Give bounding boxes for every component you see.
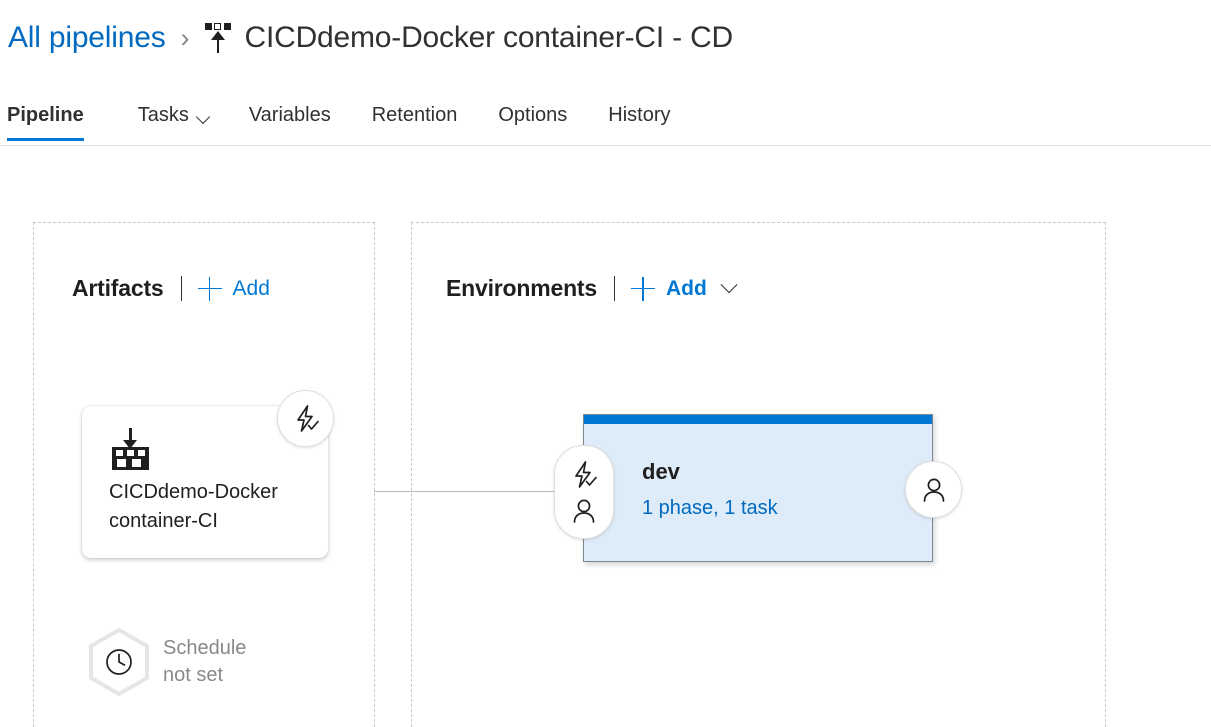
environment-status-bar [584, 415, 932, 424]
tab-variables-label: Variables [248, 104, 331, 126]
environment-card-dev[interactable]: dev 1 phase, 1 task [583, 414, 933, 562]
tab-options-label: Options [498, 104, 568, 126]
page-title: CICDdemo-Docker container-CI - CD [244, 21, 734, 54]
schedule-status-label: Schedule not set [163, 637, 247, 686]
tab-pipeline[interactable]: Pipeline [7, 96, 97, 145]
add-artifact-button[interactable]: Add [233, 277, 270, 301]
environments-header: Environments Add [446, 275, 738, 302]
breadcrumb-separator: › [180, 22, 190, 53]
tab-history[interactable]: History [595, 96, 683, 145]
environment-name: dev [642, 459, 680, 484]
artifact-continuous-deployment-trigger-button[interactable] [277, 390, 334, 447]
chevron-down-icon [195, 109, 210, 125]
add-artifact-plus-icon[interactable] [197, 276, 222, 301]
artifacts-header-divider [180, 276, 182, 301]
artifacts-header: Artifacts Add [72, 275, 270, 302]
schedule-trigger[interactable]: Schedule not set [88, 628, 246, 696]
continuous-deployment-trigger-icon [291, 404, 321, 434]
trigger-badge-inner [278, 391, 333, 446]
breadcrumb-all-pipelines-link[interactable]: All pipelines [8, 21, 166, 55]
tab-bar: Pipeline Tasks Variables Retention Optio… [0, 96, 1211, 146]
pre-deployment-conditions-button[interactable] [554, 445, 614, 539]
tab-retention[interactable]: Retention [359, 96, 471, 145]
tab-tasks[interactable]: Tasks [125, 96, 221, 145]
tab-tasks-label: Tasks [137, 104, 189, 126]
environment-summary-link[interactable]: 1 phase, 1 task [642, 497, 778, 520]
release-pipeline-icon [204, 21, 234, 55]
tab-history-label: History [608, 104, 671, 126]
add-environment-plus-icon[interactable] [630, 276, 655, 301]
tab-retention-label: Retention [371, 104, 458, 126]
pre-deployment-approval-icon [570, 497, 598, 525]
environments-title: Environments [446, 275, 597, 301]
artifact-name: CICDdemo-Docker container-CI [109, 481, 278, 532]
artifacts-title: Artifacts [72, 275, 164, 301]
schedule-hexagon [88, 628, 150, 696]
continuous-deployment-trigger-icon [569, 460, 599, 490]
environments-header-divider [613, 276, 615, 301]
post-deployment-conditions-button[interactable] [905, 461, 962, 518]
tab-options[interactable]: Options [485, 96, 580, 145]
tab-pipeline-label: Pipeline [7, 104, 84, 126]
tab-variables[interactable]: Variables [236, 96, 344, 145]
post-deployment-approval-icon [920, 476, 948, 504]
add-environment-button[interactable]: Add [666, 277, 707, 301]
chevron-down-icon[interactable] [720, 275, 738, 293]
breadcrumb: All pipelines › CICDdemo-Docker containe… [8, 14, 733, 62]
build-artifact-icon [110, 428, 152, 470]
